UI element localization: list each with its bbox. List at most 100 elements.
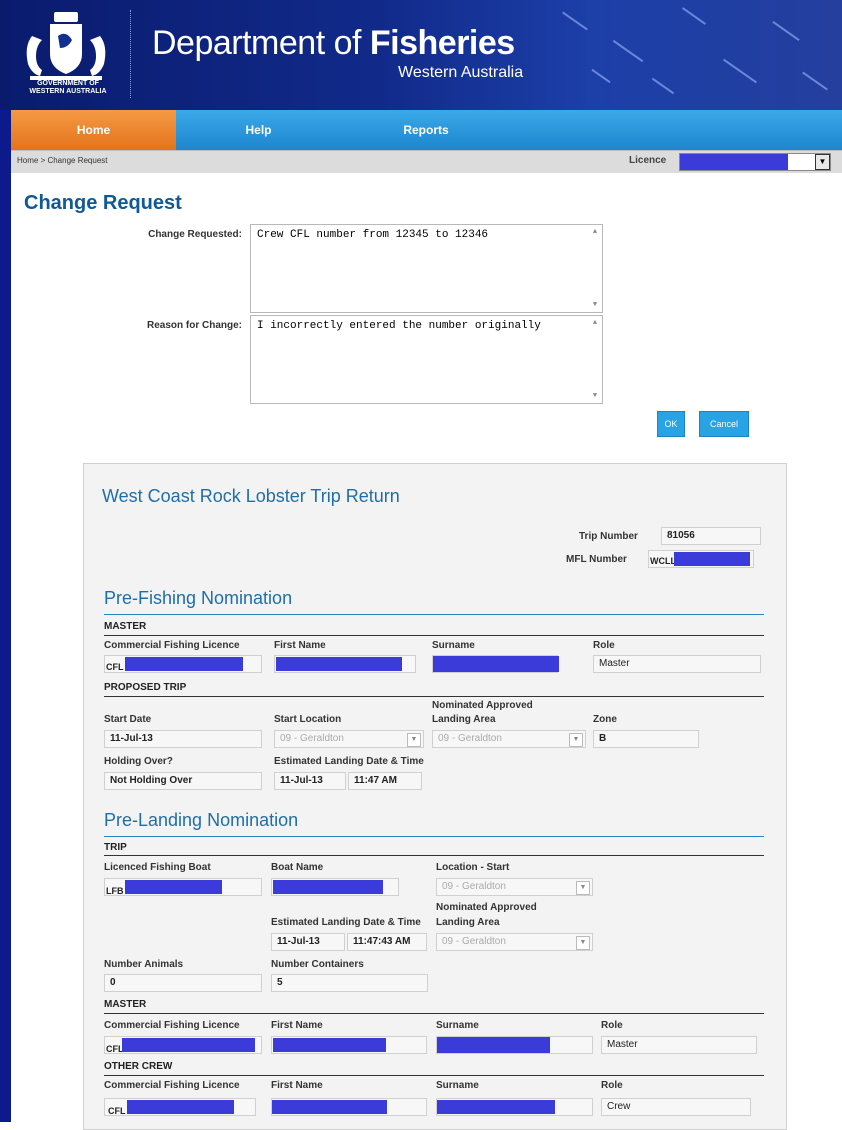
pl-col-first: First Name	[271, 1020, 323, 1031]
pl-animals-label: Number Animals	[104, 959, 184, 970]
pf-proposed-header: PROPOSED TRIP	[104, 682, 187, 693]
pf-start-location-label: Start Location	[274, 714, 342, 725]
redacted-value	[125, 880, 222, 894]
pre-fishing-title: Pre-Fishing Nomination	[104, 588, 293, 608]
pl-crew-role-field: Crew	[601, 1098, 751, 1116]
fish-decoration	[723, 58, 757, 84]
chevron-down-icon: ▼	[569, 733, 583, 747]
crest-caption-line2: WESTERN AUSTRALIA	[29, 88, 107, 95]
pl-crew-col-role: Role	[601, 1080, 623, 1091]
pf-nal-label-2: Landing Area	[432, 714, 496, 725]
fish-decoration	[612, 39, 644, 63]
pl-loc-start-select: 09 - Geraldton ▼	[436, 878, 593, 896]
pl-crew-surname-field	[436, 1098, 593, 1116]
crest-caption: GOVERNMENT OF WESTERN AUSTRALIA	[8, 80, 128, 96]
pl-lfb-field: LFB	[104, 878, 262, 896]
trip-number-field: 81056	[661, 527, 761, 545]
reason-label: Reason for Change:	[146, 320, 242, 331]
scrollbar[interactable]: ▲ ▼	[589, 317, 601, 402]
fish-decoration	[562, 11, 588, 31]
pl-master-first-field	[271, 1036, 427, 1054]
redacted-value	[272, 1100, 387, 1114]
pl-trip-header: TRIP	[104, 842, 127, 853]
pf-eld-date-field: 11-Jul-13	[274, 772, 346, 790]
chevron-down-icon[interactable]: ▼	[815, 154, 830, 170]
site-title-regular: Department of	[152, 24, 370, 62]
redacted-value	[437, 1037, 550, 1053]
pf-nal-label-1: Nominated Approved	[432, 700, 533, 711]
redacted-value	[433, 656, 559, 672]
redacted-value	[276, 657, 402, 671]
site-header: GOVERNMENT OF WESTERN AUSTRALIA Departme…	[0, 0, 842, 110]
pf-start-location-value: 09 - Geraldton	[280, 733, 344, 744]
pl-crew-first-field	[271, 1098, 427, 1116]
nav-reports[interactable]: Reports	[341, 110, 511, 150]
pre-landing-title: Pre-Landing Nomination	[104, 810, 299, 830]
pl-crew-header: OTHER CREW	[104, 1061, 173, 1072]
nav-help[interactable]: Help	[176, 110, 341, 150]
fish-decoration	[772, 21, 800, 41]
subsection-divider	[104, 1013, 764, 1014]
pf-master-first-field	[274, 655, 416, 673]
scrollbar[interactable]: ▲ ▼	[589, 226, 601, 311]
pf-holding-label: Holding Over?	[104, 756, 173, 767]
pf-zone-field: B	[593, 730, 699, 748]
scroll-down-icon[interactable]: ▼	[589, 392, 601, 400]
scroll-down-icon[interactable]: ▼	[589, 301, 601, 309]
pf-nal-select: 09 - Geraldton ▼	[432, 730, 586, 748]
site-subtitle: Western Australia	[398, 64, 524, 81]
ok-button[interactable]: OK	[657, 411, 685, 437]
scroll-up-icon[interactable]: ▲	[589, 228, 601, 236]
left-edge-bar	[0, 0, 11, 1122]
pf-nal-value: 09 - Geraldton	[438, 733, 502, 744]
pl-master-surname-field	[436, 1036, 593, 1054]
pl-eld-label: Estimated Landing Date & Time	[271, 917, 421, 928]
chevron-down-icon: ▼	[407, 733, 421, 747]
pf-col-first: First Name	[274, 640, 326, 651]
pl-col-surname: Surname	[436, 1020, 479, 1031]
pf-start-date-label: Start Date	[104, 714, 152, 725]
pl-crew-col-surname: Surname	[436, 1080, 479, 1091]
licence-select[interactable]: ▼	[679, 153, 831, 171]
pf-col-role: Role	[593, 640, 615, 651]
pl-containers-label: Number Containers	[271, 959, 364, 970]
pf-col-cfl: Commercial Fishing Licence	[104, 640, 240, 651]
pl-master-role-field: Master	[601, 1036, 757, 1054]
pl-animals-field: 0	[104, 974, 262, 992]
pf-holding-field: Not Holding Over	[104, 772, 262, 790]
page-title: Change Request	[24, 192, 182, 214]
pl-boat-name-field	[271, 878, 399, 896]
pf-eld-label: Estimated Landing Date & Time	[274, 756, 424, 767]
mfl-number-field: WCLL	[648, 550, 754, 568]
pl-crew-col-first: First Name	[271, 1080, 323, 1091]
pl-master-cfl-field: CFL	[104, 1036, 262, 1054]
nav-home[interactable]: Home	[11, 110, 176, 150]
trip-number-label: Trip Number	[579, 531, 638, 542]
pf-master-surname-field	[432, 655, 559, 673]
pl-lfb-label: Licenced Fishing Boat	[104, 862, 211, 873]
main-nav: Home Help Reports	[11, 110, 842, 150]
chevron-down-icon: ▼	[576, 936, 590, 950]
pl-loc-start-value: 09 - Geraldton	[442, 881, 506, 892]
pl-col-cfl: Commercial Fishing Licence	[104, 1020, 240, 1031]
pl-nal-label-2: Landing Area	[436, 917, 500, 928]
cancel-button[interactable]: Cancel	[699, 411, 749, 437]
redacted-value	[273, 880, 383, 894]
subsection-divider	[104, 635, 764, 636]
pl-eld-date-field: 11-Jul-13	[271, 933, 345, 951]
pl-master-header: MASTER	[104, 999, 147, 1010]
subsection-divider	[104, 1075, 764, 1076]
reason-textarea[interactable]: I incorrectly entered the number origina…	[250, 315, 603, 404]
pl-containers-field: 5	[271, 974, 428, 992]
reason-value: I incorrectly entered the number origina…	[257, 320, 541, 332]
fish-decoration	[802, 71, 828, 91]
pl-nal-label-1: Nominated Approved	[436, 902, 537, 913]
pf-eld-time-field: 11:47 AM	[348, 772, 422, 790]
change-requested-textarea[interactable]: Crew CFL number from 12345 to 12346 ▲ ▼	[250, 224, 603, 313]
redacted-value	[273, 1038, 386, 1052]
scroll-up-icon[interactable]: ▲	[589, 319, 601, 327]
subsection-divider	[104, 855, 764, 856]
breadcrumb[interactable]: Home > Change Request	[17, 156, 108, 165]
chevron-down-icon: ▼	[576, 881, 590, 895]
trip-return-panel: West Coast Rock Lobster Trip Return Trip…	[83, 463, 787, 1130]
